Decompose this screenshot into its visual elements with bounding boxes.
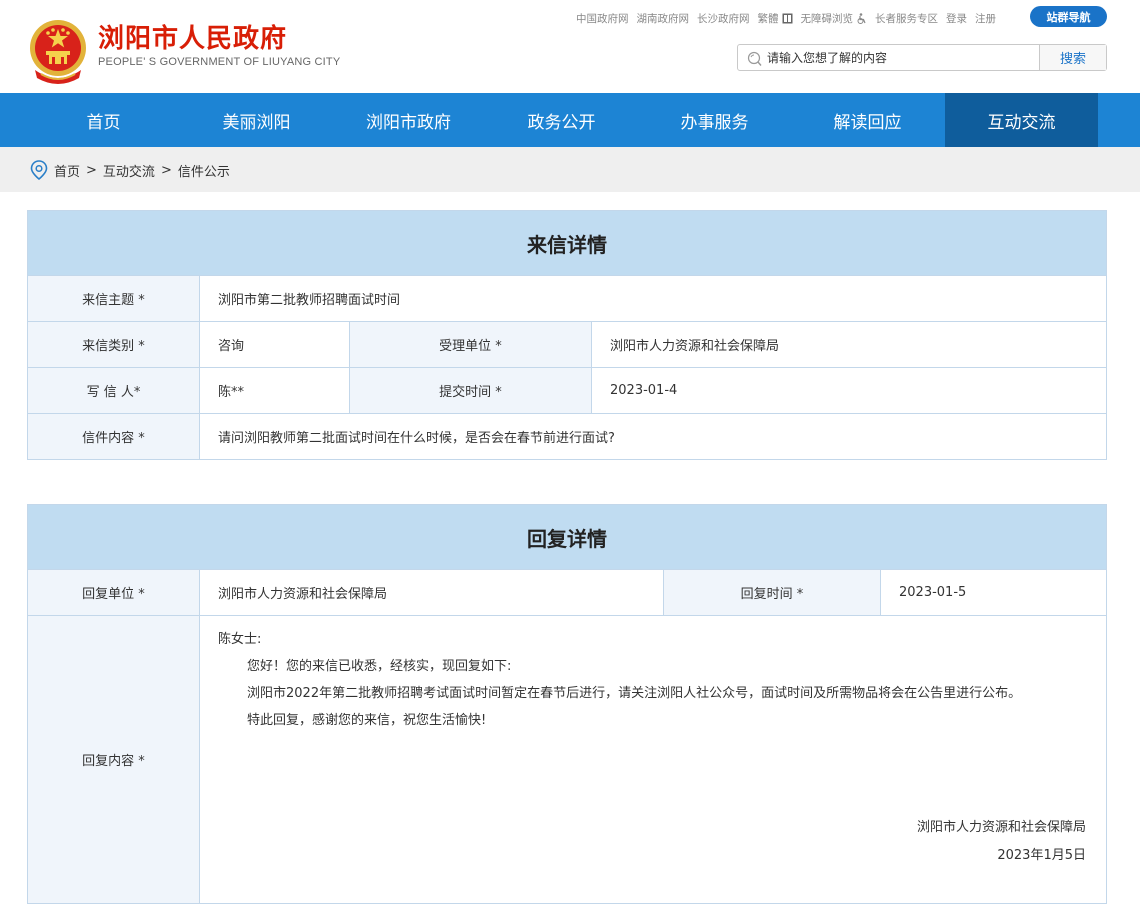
breadcrumb-bar: 首页 > 互动交流 > 信件公示 <box>0 147 1140 192</box>
reply-details-title: 回复详情 <box>28 505 1106 569</box>
location-pin-icon <box>30 160 48 180</box>
site-header: 浏阳市人民政府 PEOPLE' S GOVERNMENT OF LIUYANG … <box>0 0 1140 93</box>
writer-label: 写 信 人* <box>28 368 200 413</box>
link-login[interactable]: 登录 <box>946 11 967 26</box>
nav-item-home[interactable]: 首页 <box>27 93 180 147</box>
submit-time-label: 提交时间 * <box>349 368 592 413</box>
link-hunan-gov[interactable]: 湖南政府网 <box>637 11 690 26</box>
breadcrumb: 首页 > 互动交流 > 信件公示 <box>30 160 230 180</box>
reply-unit-row: 回复单位 * 浏阳市人力资源和社会保障局 回复时间 * 2023-01-5 <box>28 569 1106 615</box>
search-button[interactable]: 搜索 <box>1039 45 1106 70</box>
category-value: 咨询 <box>218 339 245 354</box>
link-changsha-gov[interactable]: 长沙政府网 <box>697 11 750 26</box>
accessibility-label: 无障碍浏览 <box>800 12 854 25</box>
link-traditional-chinese[interactable]: 繁體 <box>758 11 793 26</box>
traditional-chinese-label: 繁體 <box>757 12 779 25</box>
letter-details-table: 来信详情 来信主题 * 浏阳市第二批教师招聘面试时间 来信类别 * 咨询 受理单… <box>27 210 1107 460</box>
wheelchair-icon <box>857 12 866 24</box>
site-group-nav-button[interactable]: 站群导航 <box>1030 6 1107 27</box>
search-icon <box>747 51 762 66</box>
site-subtitle: PEOPLE' S GOVERNMENT OF LIUYANG CITY <box>98 56 341 68</box>
breadcrumb-home[interactable]: 首页 <box>54 161 80 180</box>
letter-writer-row: 写 信 人* 陈** 提交时间 * 2023-01-4 <box>28 367 1106 413</box>
reply-sign-unit: 浏阳市人力资源和社会保障局 <box>916 820 1086 835</box>
reply-content-label: 回复内容 * <box>28 616 200 903</box>
reply-time-value: 2023-01-5 <box>899 585 967 600</box>
writer-value: 陈** <box>218 385 245 400</box>
reply-sign-date: 2023年1月5日 <box>997 848 1086 863</box>
nav-item-interaction[interactable]: 互动交流 <box>945 93 1098 147</box>
reply-unit-value: 浏阳市人力资源和社会保障局 <box>218 587 388 602</box>
search-input[interactable] <box>767 45 1037 70</box>
nav-item-services[interactable]: 办事服务 <box>638 93 791 147</box>
reply-paragraph: 浏阳市2022年第二批教师招聘考试面试时间暂定在春节后进行，请关注浏阳人社公众号… <box>247 686 1022 701</box>
breadcrumb-interaction[interactable]: 互动交流 <box>103 161 155 180</box>
main-nav: 首页 美丽浏阳 浏阳市政府 政务公开 办事服务 解读回应 互动交流 <box>0 93 1140 147</box>
book-icon <box>782 13 792 23</box>
unit-label: 受理单位 * <box>349 322 592 367</box>
reply-details-table: 回复详情 回复单位 * 浏阳市人力资源和社会保障局 回复时间 * 2023-01… <box>27 504 1107 904</box>
nav-item-city-government[interactable]: 浏阳市政府 <box>332 93 485 147</box>
unit-value: 浏阳市人力资源和社会保障局 <box>610 339 780 354</box>
letter-details-title: 来信详情 <box>28 211 1106 275</box>
reply-content-body: 陈女士: 您好！您的来信已收悉，经核实，现回复如下: 浏阳市2022年第二批教师… <box>218 626 1088 734</box>
reply-time-label: 回复时间 * <box>663 570 881 615</box>
content-label: 信件内容 * <box>28 414 200 459</box>
search-box: 搜索 <box>737 44 1107 71</box>
letter-category-row: 来信类别 * 咨询 受理单位 * 浏阳市人力资源和社会保障局 <box>28 321 1106 367</box>
site-title[interactable]: 浏阳市人民政府 <box>98 18 287 55</box>
content-value: 请问浏阳教师第二批面试时间在什么时候，是否会在春节前进行面试? <box>218 431 615 446</box>
breadcrumb-separator: > <box>160 162 172 178</box>
link-elderly-service[interactable]: 长者服务专区 <box>875 11 938 26</box>
link-register[interactable]: 注册 <box>975 11 996 26</box>
letter-content-row: 信件内容 * 请问浏阳教师第二批面试时间在什么时候，是否会在春节前进行面试? <box>28 413 1106 459</box>
link-accessibility[interactable]: 无障碍浏览 <box>801 11 868 26</box>
reply-paragraph: 特此回复，感谢您的来信，祝您生活愉快! <box>247 713 487 728</box>
breadcrumb-separator: > <box>86 162 97 178</box>
link-gov-cn[interactable]: 中国政府网 <box>576 11 629 26</box>
top-links: 中国政府网 湖南政府网 长沙政府网 繁體 无障碍浏览 长者服务专区 登录 注册 <box>576 10 1004 26</box>
reply-greeting: 陈女士: <box>218 632 262 647</box>
reply-paragraph: 您好！您的来信已收悉，经核实，现回复如下: <box>247 659 512 674</box>
subject-label: 来信主题 * <box>28 276 200 321</box>
nav-item-government-affairs[interactable]: 政务公开 <box>485 93 638 147</box>
reply-content-row: 回复内容 * 陈女士: 您好！您的来信已收悉，经核实，现回复如下: 浏阳市202… <box>28 615 1106 903</box>
breadcrumb-letters[interactable]: 信件公示 <box>178 161 230 180</box>
category-label: 来信类别 * <box>28 322 200 367</box>
subject-value: 浏阳市第二批教师招聘面试时间 <box>218 293 401 308</box>
national-emblem-icon[interactable] <box>27 18 89 84</box>
nav-item-interpretation[interactable]: 解读回应 <box>791 93 944 147</box>
letter-subject-row: 来信主题 * 浏阳市第二批教师招聘面试时间 <box>28 275 1106 321</box>
nav-item-beautiful-liuyang[interactable]: 美丽浏阳 <box>180 93 333 147</box>
reply-unit-label: 回复单位 * <box>28 570 200 615</box>
submit-time-value: 2023-01-4 <box>610 383 678 398</box>
